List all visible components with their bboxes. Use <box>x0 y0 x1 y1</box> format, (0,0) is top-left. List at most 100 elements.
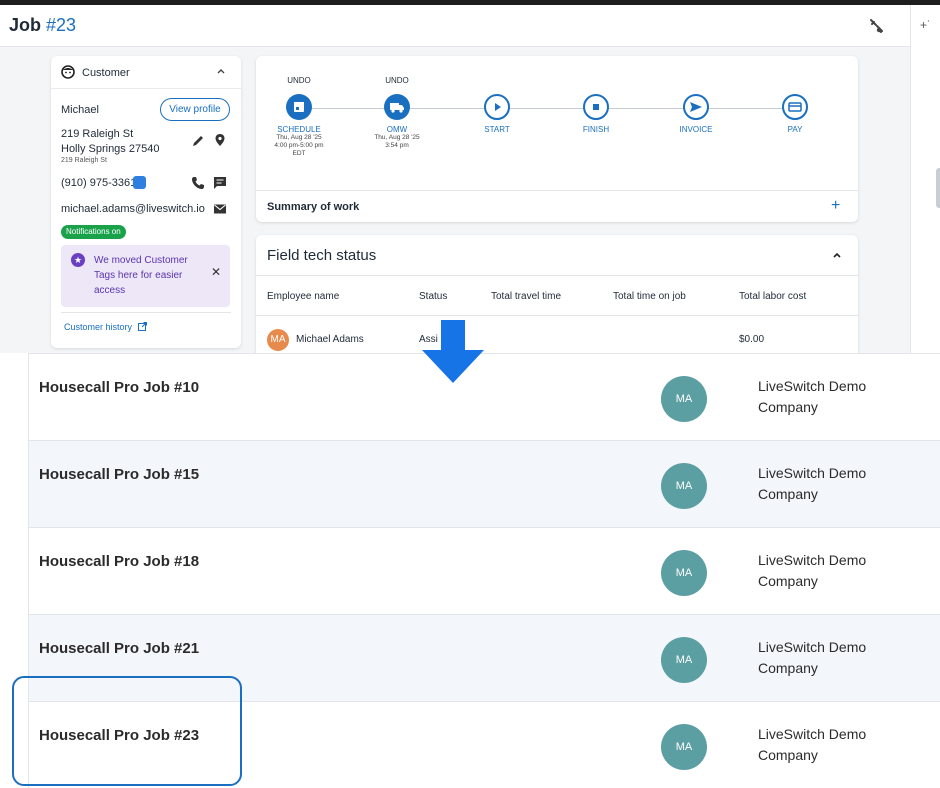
add-icon[interactable]: + <box>831 197 840 215</box>
list-item[interactable]: Housecall Pro Job #15 MA LiveSwitch Demo… <box>29 440 940 527</box>
step-omw[interactable]: UNDO OMW Thu, Aug 28 '25 3:54 pm <box>357 76 437 150</box>
arrow-down-icon <box>422 320 484 383</box>
step-label: FINISH <box>582 125 610 134</box>
step-label: OMW <box>386 125 408 134</box>
phone-icon[interactable] <box>191 176 205 190</box>
tags-notice-text: We moved Customer Tags here for easier a… <box>94 255 188 296</box>
avatar: MA <box>661 637 707 683</box>
step-date: Thu, Aug 28 '25 <box>374 134 420 141</box>
column-header: Total labor cost <box>739 291 807 302</box>
field-tech-status-card: Field tech status Employee name Status T… <box>256 235 858 353</box>
stop-icon[interactable] <box>583 94 609 120</box>
customer-history-label: Customer history <box>64 322 133 332</box>
pencil-icon[interactable] <box>191 134 205 148</box>
address-line-3: 219 Raleigh St <box>61 157 107 164</box>
step-finish[interactable]: FINISH <box>556 76 636 134</box>
company-name: LiveSwitch Demo Company <box>758 639 867 676</box>
step-time: 3:54 pm <box>385 142 409 149</box>
avatar: MA <box>661 376 707 422</box>
close-icon[interactable]: ✕ <box>211 265 221 279</box>
list-item[interactable]: Housecall Pro Job #10 MA LiveSwitch Demo… <box>29 353 940 440</box>
job-title: Housecall Pro Job #10 <box>39 379 200 396</box>
chevron-up-icon[interactable] <box>831 249 843 261</box>
address-line-2: Holly Springs 27540 <box>61 143 160 155</box>
company-name: LiveSwitch Demo Company <box>758 378 867 415</box>
job-title: Housecall Pro Job #15 <box>39 466 200 483</box>
job-label: Job <box>9 15 42 35</box>
table-header: Employee name Status Total travel time T… <box>256 275 858 316</box>
view-profile-button[interactable]: View profile <box>160 98 230 121</box>
undo-placeholder <box>457 76 537 88</box>
map-pin-icon[interactable] <box>213 133 227 147</box>
company-name: LiveSwitch Demo Company <box>758 726 867 763</box>
undo-placeholder <box>656 76 736 88</box>
calendar-icon[interactable] <box>286 94 312 120</box>
mail-icon[interactable] <box>213 202 227 216</box>
step-label: START <box>484 125 510 134</box>
avatar: MA <box>267 329 289 351</box>
truck-icon[interactable] <box>384 94 410 120</box>
avatar: MA <box>661 724 707 770</box>
customer-history-link[interactable]: Customer history <box>64 322 147 332</box>
field-tech-status-title: Field tech status <box>267 247 377 264</box>
customer-card-title: Customer <box>82 67 130 79</box>
step-schedule[interactable]: UNDO SCHEDULE Thu, Aug 28 '25 4:00 pm-5:… <box>259 76 339 158</box>
divider <box>61 312 231 313</box>
job-detail-panel: Job #23 +˙ Customer Michael View profile… <box>0 5 940 353</box>
step-time: 4:00 pm-5:00 pm <box>274 142 324 149</box>
tools-icon[interactable] <box>868 18 884 34</box>
undo-link[interactable]: UNDO <box>259 76 339 88</box>
right-rail: +˙ <box>910 5 940 353</box>
step-invoice[interactable]: INVOICE <box>656 76 736 134</box>
step-start[interactable]: START <box>457 76 537 134</box>
job-title: Housecall Pro Job #21 <box>39 640 200 657</box>
undo-placeholder <box>755 76 835 88</box>
step-pay[interactable]: PAY <box>755 76 835 134</box>
customer-name: Michael <box>61 104 99 116</box>
employee-name: Michael Adams <box>296 334 364 345</box>
job-header: Job #23 <box>0 5 910 47</box>
column-header: Status <box>419 291 448 302</box>
step-label: PAY <box>787 125 803 134</box>
company-name: LiveSwitch Demo Company <box>758 552 867 589</box>
labor-cost: $0.00 <box>739 334 765 345</box>
star-icon: ★ <box>71 253 85 267</box>
tags-notice: ★ We moved Customer Tags here for easier… <box>61 245 230 307</box>
customer-email[interactable]: michael.adams@liveswitch.io <box>61 203 205 215</box>
notifications-badge: Notifications on <box>61 225 126 239</box>
company-name: LiveSwitch Demo Company <box>758 465 867 502</box>
avatar: MA <box>661 463 707 509</box>
address-line-1: 219 Raleigh St <box>61 128 134 140</box>
customer-card: Customer Michael View profile 219 Raleig… <box>51 56 241 348</box>
undo-placeholder <box>556 76 636 88</box>
chevron-up-icon[interactable] <box>215 65 227 77</box>
play-icon[interactable] <box>484 94 510 120</box>
message-icon[interactable] <box>213 176 227 190</box>
step-date: Thu, Aug 28 '25 <box>276 134 322 141</box>
avatar: MA <box>661 550 707 596</box>
selection-highlight <box>12 676 242 786</box>
send-icon[interactable] <box>683 94 709 120</box>
workflow-card: UNDO SCHEDULE Thu, Aug 28 '25 4:00 pm-5:… <box>256 56 858 222</box>
undo-link[interactable]: UNDO <box>357 76 437 88</box>
step-label: SCHEDULE <box>277 125 321 134</box>
step-label: INVOICE <box>679 125 713 134</box>
job-title: Housecall Pro Job #18 <box>39 553 200 570</box>
customer-card-header[interactable]: Customer <box>51 56 241 89</box>
step-timezone: EDT <box>292 150 306 157</box>
sparkle-icon[interactable]: +˙ <box>920 18 931 32</box>
rail-tab-handle[interactable] <box>936 168 940 208</box>
summary-of-work-label: Summary of work <box>267 201 360 213</box>
summary-of-work-row[interactable]: Summary of work + <box>256 190 858 222</box>
external-link-icon <box>137 322 147 331</box>
column-header: Employee name <box>267 291 340 302</box>
phone-type-icon <box>133 176 146 189</box>
column-header: Total travel time <box>491 291 562 302</box>
job-number: #23 <box>46 15 77 35</box>
column-header: Total time on job <box>613 291 686 302</box>
list-item[interactable]: Housecall Pro Job #18 MA LiveSwitch Demo… <box>29 527 940 614</box>
face-icon <box>61 65 75 79</box>
page-title: Job #23 <box>9 15 76 36</box>
customer-phone[interactable]: (910) 975-3361 <box>61 177 136 189</box>
credit-card-icon[interactable] <box>782 94 808 120</box>
